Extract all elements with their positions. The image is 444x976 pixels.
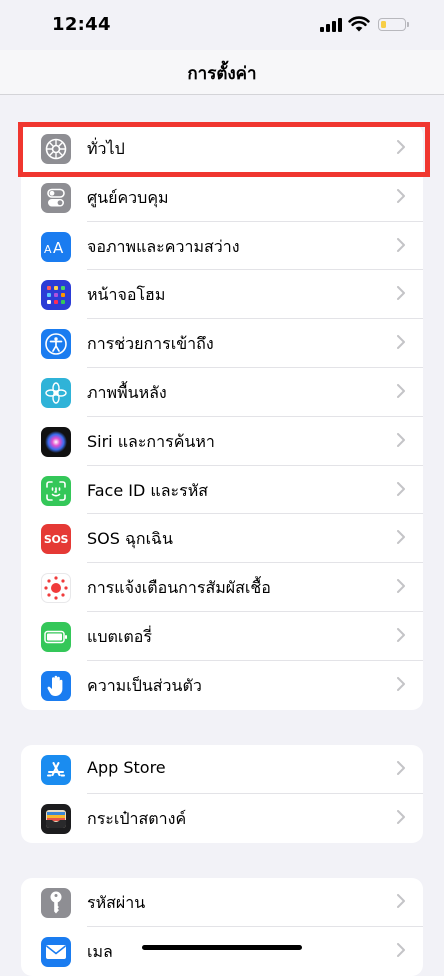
row-app-store[interactable]: App Store bbox=[21, 745, 423, 794]
chevron-right-icon bbox=[397, 579, 405, 594]
chevron-right-icon bbox=[397, 188, 405, 203]
status-bar: 12:44 bbox=[0, 0, 444, 50]
toggles-icon bbox=[41, 182, 71, 213]
row-label: ศูนย์ควบคุม bbox=[87, 187, 169, 207]
key-icon bbox=[41, 888, 71, 918]
settings-group-system: ทั่วไป ศูนย์ควบคุม AA จอภาพและความสว่าง … bbox=[21, 124, 423, 710]
text-size-icon: AA bbox=[41, 231, 71, 262]
chevron-right-icon bbox=[397, 809, 405, 824]
row-label: รหัสผ่าน bbox=[87, 893, 146, 912]
row-battery[interactable]: แบตเตอรี่ bbox=[21, 612, 423, 661]
row-label: แบตเตอรี่ bbox=[87, 626, 152, 646]
row-display-brightness[interactable]: AA จอภาพและความสว่าง bbox=[21, 222, 423, 271]
chevron-right-icon bbox=[397, 335, 405, 350]
chevron-right-icon bbox=[397, 761, 405, 775]
hand-icon bbox=[41, 670, 71, 701]
chevron-right-icon bbox=[397, 894, 405, 908]
chevron-right-icon bbox=[397, 530, 405, 545]
wifi-icon bbox=[348, 16, 370, 32]
app-store-icon bbox=[41, 755, 71, 785]
row-label: ความเป็นส่วนตัว bbox=[87, 675, 202, 695]
highlight-box bbox=[18, 122, 430, 177]
row-label: App Store bbox=[87, 758, 166, 777]
row-home-screen[interactable]: หน้าจอโฮม bbox=[21, 270, 423, 320]
wallet-icon bbox=[41, 803, 71, 834]
row-label: หน้าจอโฮม bbox=[87, 285, 166, 305]
row-passwords[interactable]: รหัสผ่าน bbox=[21, 878, 423, 927]
row-label: การช่วยการเข้าถึง bbox=[87, 334, 214, 354]
row-label: การแจ้งเตือนการสัมผัสเชื้อ bbox=[87, 578, 271, 598]
row-label: SOS ฉุกเฉิน bbox=[87, 529, 173, 549]
row-accessibility[interactable]: การช่วยการเข้าถึง bbox=[21, 319, 423, 368]
row-label: Face ID และรหัส bbox=[87, 480, 209, 500]
settings-group-apps: รหัสผ่าน เมล bbox=[21, 878, 423, 976]
svg-text:A: A bbox=[44, 243, 52, 256]
row-label: กระเป๋าสตางค์ bbox=[87, 808, 187, 828]
exposure-icon bbox=[41, 573, 71, 604]
siri-icon bbox=[41, 426, 71, 457]
row-emergency-sos[interactable]: SOS SOS ฉุกเฉิน bbox=[21, 514, 423, 564]
accessibility-icon bbox=[41, 329, 71, 360]
page-title: การตั้งค่า bbox=[187, 64, 257, 84]
row-label: Siri และการค้นหา bbox=[87, 431, 215, 451]
chevron-right-icon bbox=[397, 286, 405, 301]
row-mail[interactable]: เมล bbox=[21, 927, 423, 976]
row-privacy[interactable]: ความเป็นส่วนตัว bbox=[21, 661, 423, 710]
chevron-right-icon bbox=[397, 481, 405, 496]
row-label: จอภาพและความสว่าง bbox=[87, 236, 240, 256]
chevron-right-icon bbox=[397, 383, 405, 398]
status-time: 12:44 bbox=[52, 14, 111, 35]
row-siri-search[interactable]: Siri และการค้นหา bbox=[21, 417, 423, 466]
row-exposure-notifications[interactable]: การแจ้งเตือนการสัมผัสเชื้อ bbox=[21, 563, 423, 612]
chevron-right-icon bbox=[397, 627, 405, 642]
row-label: เมล bbox=[87, 941, 113, 961]
chevron-right-icon bbox=[397, 432, 405, 447]
face-id-icon bbox=[41, 475, 71, 506]
flower-icon bbox=[41, 377, 71, 408]
sos-icon: SOS bbox=[41, 524, 71, 555]
battery-icon bbox=[41, 621, 71, 652]
row-wallpaper[interactable]: ภาพพื้นหลัง bbox=[21, 368, 423, 417]
svg-text:A: A bbox=[53, 239, 64, 257]
battery-status-icon bbox=[378, 18, 409, 31]
row-wallet[interactable]: กระเป๋าสตางค์ bbox=[21, 794, 423, 843]
home-indicator[interactable] bbox=[142, 945, 302, 950]
settings-group-store: App Store กระเป๋าสตางค์ bbox=[21, 745, 423, 843]
chevron-right-icon bbox=[397, 676, 405, 691]
chevron-right-icon bbox=[397, 237, 405, 252]
cellular-signal-icon bbox=[320, 18, 342, 32]
app-grid-icon bbox=[41, 280, 71, 311]
row-control-center[interactable]: ศูนย์ควบคุม bbox=[21, 173, 423, 222]
mail-icon bbox=[41, 936, 71, 967]
chevron-right-icon bbox=[397, 942, 405, 957]
navigation-bar: การตั้งค่า bbox=[0, 50, 444, 95]
row-face-id-passcode[interactable]: Face ID และรหัส bbox=[21, 466, 423, 515]
row-label: ภาพพื้นหลัง bbox=[87, 382, 167, 402]
